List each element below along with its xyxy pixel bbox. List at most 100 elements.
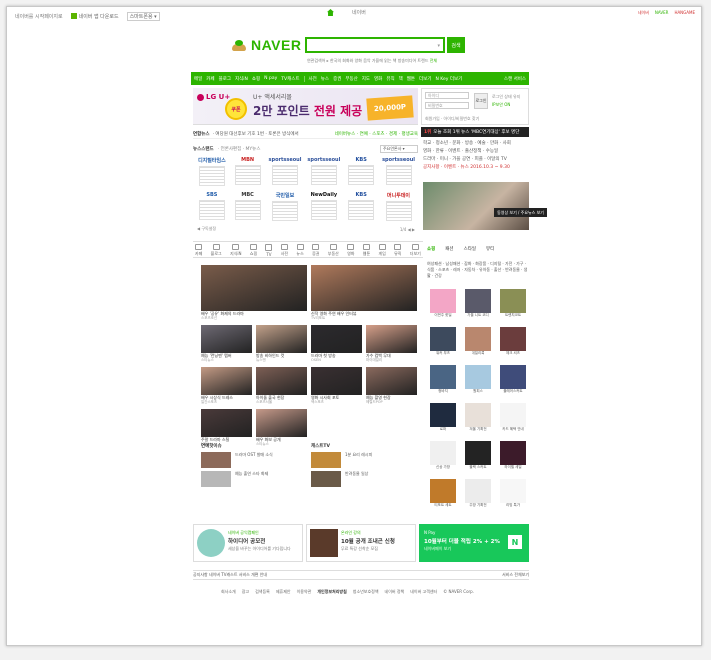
shopping-tab[interactable]: 스타일 [464, 246, 476, 252]
shop-item[interactable]: 로퍼 [427, 403, 459, 439]
gnb-key[interactable]: N Key 더보기 [435, 76, 462, 82]
video-thumbnail[interactable]: 동영상 보기 / 주요뉴스 보기 [423, 182, 547, 230]
shopping-categories[interactable]: 여성패션 · 남성패션 · 잡화 · 화장품 · 디지털 · 가전 · 가구 ·… [427, 261, 529, 279]
footer-link[interactable]: 네이버 고객센터 [410, 589, 437, 595]
press-select[interactable]: 주요언론사 ▾ [380, 145, 418, 153]
press-item[interactable]: sportsseoul [269, 157, 301, 189]
shop-item[interactable]: 플레어스커트 [497, 365, 529, 401]
gnb-item[interactable]: 증권 [333, 76, 341, 82]
gnb-item[interactable]: 부동산 [345, 76, 357, 82]
footer-link[interactable]: 회사소개 [221, 589, 236, 595]
service-1[interactable]: 블로그 [211, 242, 222, 257]
press-item[interactable]: KBS [346, 192, 376, 224]
footer-link[interactable]: 청소년보호정책 [353, 589, 379, 595]
gnb-item[interactable]: 책 [399, 76, 403, 82]
gnb-item[interactable]: 블로그 [219, 76, 231, 82]
photo-card[interactable]: 영화 시사회 포토 엑스포츠 [311, 367, 362, 405]
service-8[interactable]: 부동산 [328, 242, 339, 257]
footer-link[interactable]: 이용약관 [297, 589, 312, 595]
home-icon[interactable] [327, 9, 334, 16]
shop-item[interactable]: 이번주 핫딜 [427, 289, 459, 325]
press-item[interactable]: SBS [197, 192, 227, 224]
service-12[interactable]: 뮤직 [394, 242, 402, 257]
shopping-tab[interactable]: 쇼핑 [427, 246, 435, 252]
gnb-item[interactable]: 메일 [194, 76, 202, 82]
press-item[interactable]: KBS [346, 157, 376, 189]
service-9[interactable]: 영화 [347, 242, 354, 257]
smartphone-dropdown[interactable]: 스마트폰용 ▾ [126, 11, 160, 21]
service-6[interactable]: 뉴스 [296, 242, 304, 257]
press-item[interactable]: sportsseoul [307, 157, 340, 189]
shop-item[interactable]: 카드 혜택 안내 [497, 403, 529, 439]
photo-card[interactable]: 신작 영화 주연 배우 인터뷰 TV리포트 [311, 265, 417, 321]
gnb-item[interactable]: TV캐스트 [281, 76, 299, 82]
service-4[interactable]: TV [265, 242, 273, 257]
news-tabs[interactable]: 네이버뉴스 · 연예 · 스포츠 · 경제 · 평생교육 [335, 131, 418, 137]
gnb-more[interactable]: 더보기 [419, 76, 431, 82]
footer-link[interactable]: 개인정보처리방침 [317, 589, 346, 595]
issue-line[interactable]: 영화 · 한류 · 이벤트 · 출산정책 · 수능일 [423, 148, 527, 156]
newsstand-title[interactable]: 뉴스스탠드 [193, 146, 214, 152]
family-link-1[interactable]: 네이버 [638, 10, 649, 16]
photo-card[interactable]: 방송 비하인드 컷 뉴스엔 [256, 325, 307, 363]
photo-card[interactable]: 예능 '런닝맨' 멤버 스타뉴스 [201, 325, 252, 363]
shop-item[interactable]: 겨울 기획전 [462, 403, 494, 439]
footer-link[interactable]: 제휴제안 [276, 589, 291, 595]
gnb-right-link[interactable]: 스캔 서비스 [504, 76, 526, 82]
gnb-item[interactable]: 영화 [374, 76, 382, 82]
footer-link[interactable]: 네이버 정책 [385, 589, 405, 595]
keep-login-checkbox[interactable]: 로그인 상태 유지 [492, 94, 520, 100]
newsstand-sub[interactable]: · 언론사편집 · MY뉴스 [218, 146, 261, 152]
ad-banner[interactable]: LG U+ 쿠폰 U+ 액세서리몰 2만 포인트 전원 제공 20,000P [193, 88, 418, 125]
id-field[interactable]: 아이디 [425, 92, 469, 99]
shop-item[interactable]: 가을 니트 코디 [462, 289, 494, 325]
photo-card[interactable]: 아이돌 출국 현장 스포츠서울 [256, 367, 307, 405]
shop-item[interactable]: 하이힐 세일 [497, 441, 529, 477]
gnb-item[interactable]: 웹툰 [407, 76, 415, 82]
photo-card[interactable]: 배우 '공유' 화제의 드라마 스포츠조선 [201, 265, 307, 321]
press-pager[interactable]: 1/4 ◀ ▶ [400, 227, 415, 232]
bottom-ad-1[interactable]: 온라인 강의 10월 공개 조내곤 신청 무료 특강 선착순 모집 [306, 524, 416, 562]
press-item[interactable]: 국민일보 [269, 192, 302, 224]
shop-item[interactable]: 데일리룩 [462, 327, 494, 363]
service-3[interactable]: 쇼핑 [250, 242, 257, 257]
service-13[interactable]: 더보기 [410, 242, 421, 257]
shop-item[interactable]: 리빙 특가 [497, 479, 529, 515]
footer-link[interactable]: 광고 [242, 589, 249, 595]
gnb-item[interactable]: N pay [264, 76, 277, 81]
photo-card[interactable]: 예능 촬영 현장 헤럴드POP [366, 367, 417, 405]
service-0[interactable]: 카페 [195, 242, 202, 257]
shop-item[interactable]: 신상 가방 [427, 441, 459, 477]
search-dropdown-icon[interactable]: ▾ [437, 43, 440, 49]
service-7[interactable]: 증권 [312, 242, 319, 257]
shop-item[interactable]: 원피스 [462, 365, 494, 401]
shop-item[interactable]: 티포트 세트 [427, 479, 459, 515]
shop-item[interactable]: 워커 부츠 [427, 327, 459, 363]
account-links[interactable]: 회원가입 · 아이디/비밀번호 찾기 [425, 116, 479, 122]
family-link-3[interactable]: HANGAME [674, 10, 695, 16]
service-2[interactable]: 지식iN [230, 242, 241, 257]
shopping-tab[interactable]: 패션 [445, 246, 453, 252]
shop-item[interactable]: 블랙 스커트 [462, 441, 494, 477]
issue-header[interactable]: 1위 오늘 조회 1위 뉴스 'MBC연기대상' 후보 명단 [421, 127, 529, 137]
photo-card[interactable]: 배우 화보 공개 스타뉴스 [256, 409, 307, 447]
footer-link[interactable]: 검색등록 [255, 589, 270, 595]
gnb-item[interactable]: 지식iN [235, 76, 248, 82]
service-10[interactable]: 웹툰 [363, 242, 370, 257]
service-5[interactable]: 사전 [281, 242, 288, 257]
sub-item[interactable]: 드라마 OST 발매 소식 [201, 452, 301, 468]
search-input[interactable] [307, 39, 443, 51]
shop-item[interactable]: 청바지 [427, 365, 459, 401]
sub-item[interactable]: 반려동물 일상 [311, 471, 415, 487]
bottom-ad-2[interactable]: N Pay 10월부터 더블 적립 2% + 2% 네이버페이 보기 N [419, 524, 529, 562]
gnb-item[interactable]: 사전 [309, 76, 317, 82]
photo-card[interactable]: 가수 컴백 무대 마이데일리 [366, 325, 417, 363]
press-item[interactable]: NewDaily [307, 192, 340, 224]
issue-line[interactable]: 공지사항 · 이벤트 · 뉴스 2016.10.3 ~ 9.30 [423, 164, 527, 172]
password-field[interactable]: 비밀번호 [425, 102, 469, 109]
press-item[interactable]: MBN [233, 157, 263, 189]
gnb-item[interactable]: 쇼핑 [252, 76, 260, 82]
press-item[interactable]: sportsseoul [382, 157, 415, 189]
all-services-link[interactable]: 서비스 전체보기 [502, 572, 529, 578]
press-item[interactable]: 머니투데이 [382, 192, 415, 224]
